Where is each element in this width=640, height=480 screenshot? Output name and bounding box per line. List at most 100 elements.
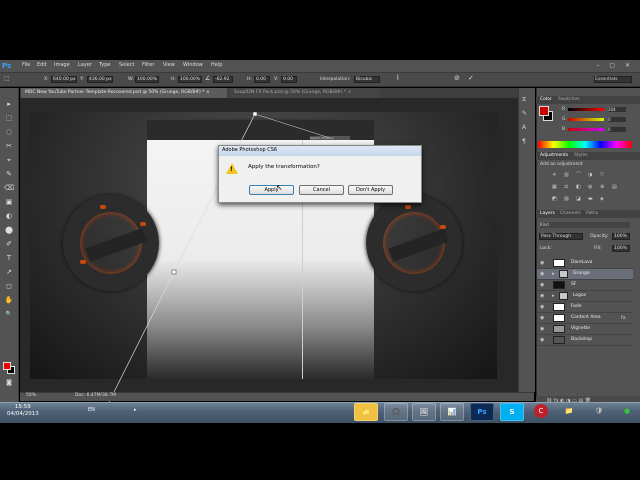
warp-icon[interactable]: ⌇ (396, 74, 399, 82)
tray-network-icon[interactable]: ● (620, 404, 634, 418)
layer-row[interactable]: ◉ Content Area fx (537, 313, 633, 324)
eraser-tool-icon[interactable]: ⌫ (4, 184, 14, 193)
posterize-adjust-icon[interactable]: ▨ (564, 196, 570, 202)
tab-paths[interactable]: Paths (586, 210, 598, 218)
fill-field[interactable]: 100% (612, 245, 630, 252)
tab-swatches[interactable]: Swatches (558, 96, 580, 104)
zoom-tool-icon[interactable]: 🔍 (4, 310, 14, 319)
balance-adjust-icon[interactable]: ⚖ (564, 184, 570, 190)
zoom-level[interactable]: 50% (26, 393, 36, 398)
stamp-tool-icon[interactable]: ▣ (4, 198, 14, 207)
brush-panel-icon[interactable]: ✎ (522, 110, 527, 117)
menu-view[interactable]: View (163, 62, 175, 68)
blue-value[interactable]: 0 (608, 127, 626, 132)
panel-foreground-swatch[interactable] (539, 106, 549, 116)
exposure-adjust-icon[interactable]: ◑ (588, 172, 594, 178)
brush-tool-icon[interactable]: ✎ (4, 170, 14, 179)
tray-security-icon[interactable]: 🛡 (592, 404, 606, 418)
language-indicator[interactable]: EN (88, 407, 95, 413)
blend-mode-select[interactable]: Pass Through (539, 233, 583, 240)
menu-file[interactable]: File (22, 62, 30, 68)
taskbar-skype-icon[interactable]: S (500, 403, 524, 421)
brightness-adjust-icon[interactable]: ☀ (552, 172, 558, 178)
tab-template-doc[interactable]: MDC New YouTube Partner Template-Recover… (21, 88, 227, 98)
menu-layer[interactable]: Layer (78, 62, 92, 68)
quick-mask-icon[interactable]: ◙ (4, 378, 14, 387)
tray-ccleaner-icon[interactable]: C (534, 404, 548, 418)
tray-folder-icon[interactable]: 📁 (562, 404, 576, 418)
apply-button[interactable]: Apply (249, 185, 294, 195)
layer-row-selected[interactable]: ◉ ▸ Grunge (537, 269, 633, 280)
menu-select[interactable]: Select (119, 62, 134, 68)
taskbar-gallery-icon[interactable]: 🖼 (412, 403, 436, 421)
vskew-field[interactable]: 0.00 (281, 76, 297, 83)
folder-expand-icon[interactable]: ▸ (552, 271, 558, 277)
photo-filter-icon[interactable]: ◍ (588, 184, 594, 190)
menu-filter[interactable]: Filter (142, 62, 154, 68)
eye-icon[interactable]: ◉ (540, 304, 546, 310)
pen-tool-icon[interactable]: ✐ (4, 240, 14, 249)
threshold-adjust-icon[interactable]: ◪ (576, 196, 582, 202)
green-value[interactable]: 0 (608, 117, 626, 122)
cancel-transform-icon[interactable]: ⊘ (454, 74, 460, 82)
menu-window[interactable]: Window (183, 62, 203, 68)
layer-row[interactable]: ◉ ▸ Logos (537, 291, 633, 302)
tab-fx-pack-doc[interactable]: Soup02N FX Pack.psd @ 50% (Grunge, RGB/8… (230, 88, 380, 98)
angle-field[interactable]: -62.92 (213, 76, 233, 83)
layer-row[interactable]: ◉ DareLava (537, 258, 633, 269)
close-icon[interactable]: × (348, 90, 352, 95)
eye-icon[interactable]: ◉ (540, 315, 546, 321)
eye-icon[interactable]: ◉ (540, 293, 546, 299)
commit-transform-icon[interactable]: ✓ (468, 74, 474, 82)
paragraph-panel-icon[interactable]: ¶ (522, 138, 526, 145)
workspace-select[interactable]: Essentials (594, 76, 632, 83)
menu-type[interactable]: Type (99, 62, 110, 68)
red-value[interactable]: 204 (608, 107, 626, 112)
move-tool-icon[interactable]: ▸ (4, 100, 14, 109)
eye-icon[interactable]: ◉ (540, 337, 546, 343)
invert-adjust-icon[interactable]: ◩ (552, 196, 558, 202)
hue-adjust-icon[interactable]: ▦ (552, 184, 558, 190)
taskbar-app-icon[interactable]: 📊 (440, 403, 464, 421)
x-field[interactable]: 640.00 px (51, 76, 77, 83)
fx-icon[interactable]: fx (621, 315, 627, 321)
tab-channels[interactable]: Channels (560, 210, 581, 218)
y-field[interactable]: 436.00 px (87, 76, 113, 83)
gradient-map-icon[interactable]: ▬ (588, 196, 594, 202)
h-field[interactable]: 100.00% (178, 76, 202, 83)
tray-expand-icon[interactable]: ▸ (134, 407, 137, 413)
lasso-tool-icon[interactable]: ◌ (4, 128, 14, 137)
w-field[interactable]: 100.00% (135, 76, 159, 83)
blue-slider[interactable] (568, 128, 604, 131)
layer-filter-kind[interactable]: Kind (540, 222, 630, 228)
path-select-tool-icon[interactable]: ↗ (4, 268, 14, 277)
taskbar-clock[interactable]: 15:59 04/04/2013 (7, 404, 39, 418)
crop-tool-icon[interactable]: ✂ (4, 142, 14, 151)
eye-icon[interactable]: ◉ (540, 271, 546, 277)
window-controls[interactable]: – ▢ ✕ (596, 62, 634, 69)
hand-tool-icon[interactable]: ✋ (4, 296, 14, 305)
dodge-tool-icon[interactable]: ⬤ (4, 226, 14, 235)
vibrance-adjust-icon[interactable]: ▽ (600, 172, 606, 178)
folder-expand-icon[interactable]: ▸ (552, 293, 558, 299)
history-panel-icon[interactable]: ⧖ (522, 96, 526, 104)
taskbar-photoshop-icon[interactable]: Ps (470, 403, 494, 421)
selective-color-icon[interactable]: ◈ (600, 196, 606, 202)
layer-row[interactable]: ◉ Backdrop (537, 335, 633, 346)
foreground-color-swatch[interactable] (3, 362, 11, 370)
levels-adjust-icon[interactable]: ▥ (564, 172, 570, 178)
eye-icon[interactable]: ◉ (540, 282, 546, 288)
layer-row[interactable]: ◉ Vignette (537, 324, 633, 335)
close-icon[interactable]: × (206, 90, 210, 95)
color-spectrum-bar[interactable] (538, 141, 632, 148)
eye-icon[interactable]: ◉ (540, 260, 546, 266)
layer-row[interactable]: ◉ Fade (537, 302, 633, 313)
tab-adjustments[interactable]: Adjustments (540, 152, 568, 160)
tab-layers[interactable]: Layers (540, 210, 555, 218)
menu-help[interactable]: Help (211, 62, 222, 68)
cancel-button[interactable]: Cancel (299, 185, 344, 195)
menu-edit[interactable]: Edit (37, 62, 47, 68)
mixer-adjust-icon[interactable]: ⊕ (600, 184, 606, 190)
shape-tool-icon[interactable]: ◻ (4, 282, 14, 291)
red-slider[interactable] (568, 108, 604, 111)
